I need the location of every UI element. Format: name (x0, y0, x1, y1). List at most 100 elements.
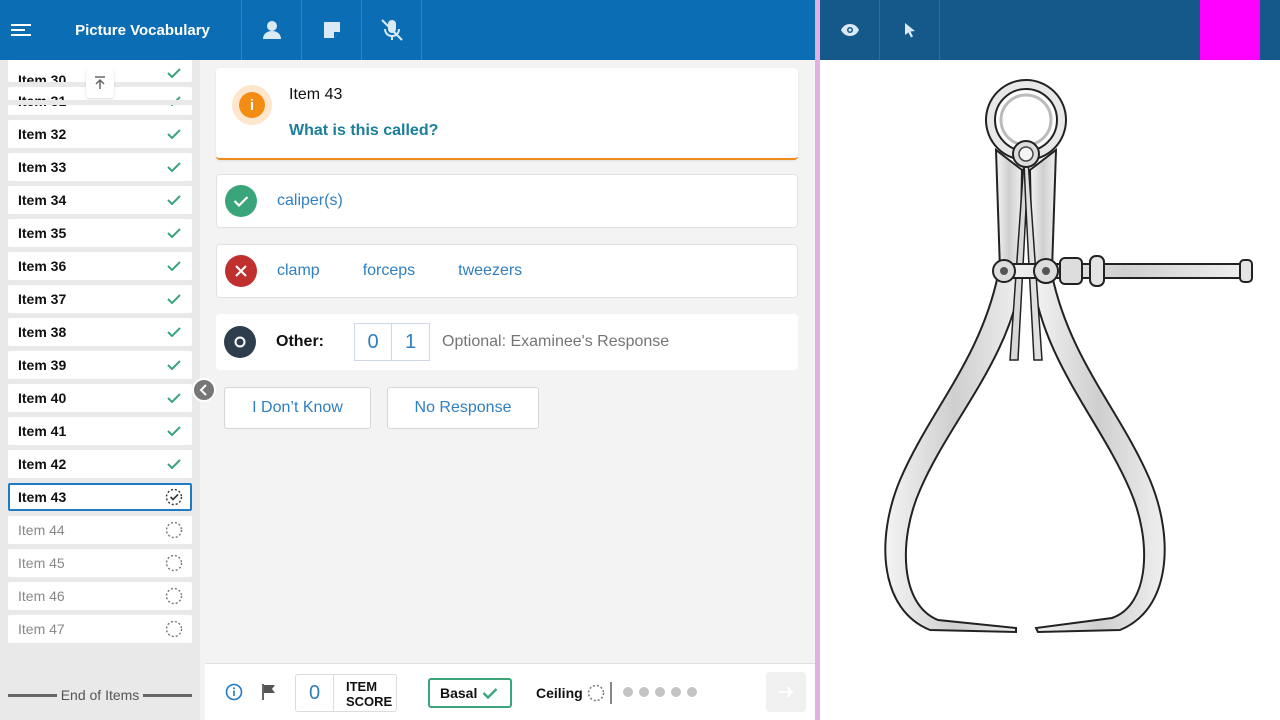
mute-mic-button[interactable] (362, 0, 422, 60)
question-prompt: What is this called? (289, 122, 439, 139)
footer-bar: 0 ITEM SCORE Basal Ceiling (205, 663, 815, 720)
basal-indicator: Basal (428, 678, 512, 708)
check-icon (165, 257, 183, 275)
collapse-sidebar-button[interactable] (192, 378, 216, 402)
caliper-image (884, 79, 1253, 634)
sidebar-item[interactable]: Item 40 (8, 384, 192, 412)
arrow-right-icon (779, 686, 794, 698)
progress-dot (671, 687, 681, 697)
sidebar-item[interactable]: Item 43 (8, 483, 192, 511)
check-icon (165, 455, 183, 473)
item-score-value: 0 (296, 675, 334, 711)
sidebar-item-label: Item 41 (18, 423, 67, 439)
sidebar-item-label: Item 30 (18, 72, 67, 82)
cursor-icon (904, 23, 915, 38)
sidebar-item-label: Item 34 (18, 192, 67, 208)
sidebar-item[interactable]: Item 46 (8, 582, 192, 610)
notes-button[interactable] (302, 0, 362, 60)
correct-answers-row: caliper(s) (216, 174, 798, 228)
app-title: Picture Vocabulary (44, 0, 242, 60)
hamburger-icon (11, 24, 31, 36)
top-toolbar: Picture Vocabulary (0, 0, 815, 60)
sidebar-item[interactable]: Item 44 (8, 516, 192, 544)
progress-dot (655, 687, 665, 697)
check-icon (165, 158, 183, 176)
item-score: 0 ITEM SCORE (295, 674, 397, 712)
menu-button[interactable] (0, 0, 44, 60)
footer-separator (610, 682, 612, 704)
other-label: Other: (276, 333, 324, 350)
sidebar-item-label: Item 47 (18, 621, 65, 637)
sidebar-item[interactable]: Item 32 (8, 120, 192, 148)
sidebar-item-label: Item 39 (18, 357, 67, 373)
in-progress-icon (165, 488, 183, 506)
no-response-button[interactable]: No Response (387, 387, 539, 429)
check-icon (165, 422, 183, 440)
note-icon (323, 22, 340, 38)
sidebar-item[interactable]: Item 33 (8, 153, 192, 181)
correct-answer[interactable]: caliper(s) (277, 192, 343, 210)
sidebar-item[interactable]: Item 38 (8, 318, 192, 346)
examinee-button[interactable] (242, 0, 302, 60)
check-icon (165, 224, 183, 242)
pending-circle-icon (165, 554, 183, 572)
sidebar-item-label: Item 38 (18, 324, 67, 340)
pending-circle-icon (587, 684, 604, 702)
sidebar-item[interactable]: Item 47 (8, 615, 192, 643)
sidebar-item[interactable]: Item 37 (8, 285, 192, 313)
stimulus-panel (820, 60, 1280, 720)
check-icon (165, 191, 183, 209)
person-icon (262, 21, 281, 39)
sidebar-item-label: Item 37 (18, 291, 67, 307)
chevron-left-icon (199, 384, 207, 396)
sidebar-item-label: Item 42 (18, 456, 67, 472)
progress-dot (623, 687, 633, 697)
check-icon (483, 688, 498, 699)
score-option-0[interactable]: 0 (354, 323, 392, 361)
item-panel: i Item 43 What is this called? caliper(s… (205, 60, 815, 663)
ceiling-indicator: Ceiling (536, 684, 605, 702)
scroll-to-top-button[interactable] (86, 68, 114, 98)
other-circle-icon[interactable] (224, 326, 256, 358)
sidebar-item[interactable]: Item 41 (8, 417, 192, 445)
preview-button[interactable] (820, 0, 880, 60)
info-button[interactable] (225, 683, 243, 706)
sidebar-item-label: Item 36 (18, 258, 67, 274)
incorrect-answer[interactable]: tweezers (458, 262, 522, 280)
sidebar-item-label: Item 45 (18, 555, 65, 571)
sidebar-item[interactable]: Item 42 (8, 450, 192, 478)
pending-circle-icon (165, 521, 183, 539)
pending-circle-icon (165, 620, 183, 638)
sidebar-item-label: Item 40 (18, 390, 67, 406)
other-score-selector: 0 1 (354, 323, 430, 361)
sidebar-item[interactable]: Item 45 (8, 549, 192, 577)
incorrect-answers-row: clamp forceps tweezers (216, 244, 798, 298)
incorrect-x-icon[interactable] (225, 255, 257, 287)
sidebar-item[interactable]: Item 36 (8, 252, 192, 280)
next-item-button[interactable] (766, 672, 806, 712)
sidebar-item-label: Item 46 (18, 588, 65, 604)
item-score-label: ITEM SCORE (346, 679, 393, 709)
info-outline-icon (225, 683, 243, 701)
progress-dot (639, 687, 649, 697)
correct-check-icon[interactable] (225, 185, 257, 217)
sidebar-item[interactable]: Item 34 (8, 186, 192, 214)
item-number: Item 43 (289, 86, 343, 103)
pointer-button[interactable] (880, 0, 940, 60)
flag-button[interactable] (261, 683, 277, 706)
examinee-response-input[interactable] (442, 333, 682, 351)
sidebar-item-label: Item 43 (18, 489, 67, 505)
check-icon (165, 323, 183, 341)
check-icon (165, 356, 183, 374)
dont-know-button[interactable]: I Don’t Know (224, 387, 371, 429)
incorrect-answer[interactable]: clamp (277, 262, 320, 280)
check-icon (165, 290, 183, 308)
score-option-1[interactable]: 1 (392, 323, 430, 361)
sidebar-item-label: Item 35 (18, 225, 67, 241)
sidebar-item[interactable]: Item 39 (8, 351, 192, 379)
pending-circle-icon (165, 587, 183, 605)
incorrect-answer[interactable]: forceps (363, 262, 415, 280)
item-sidebar: Item 30 Item 31Item 32Item 33Item 34Item… (0, 60, 200, 720)
item-list: Item 30 Item 31Item 32Item 33Item 34Item… (8, 60, 192, 648)
sidebar-item[interactable]: Item 35 (8, 219, 192, 247)
